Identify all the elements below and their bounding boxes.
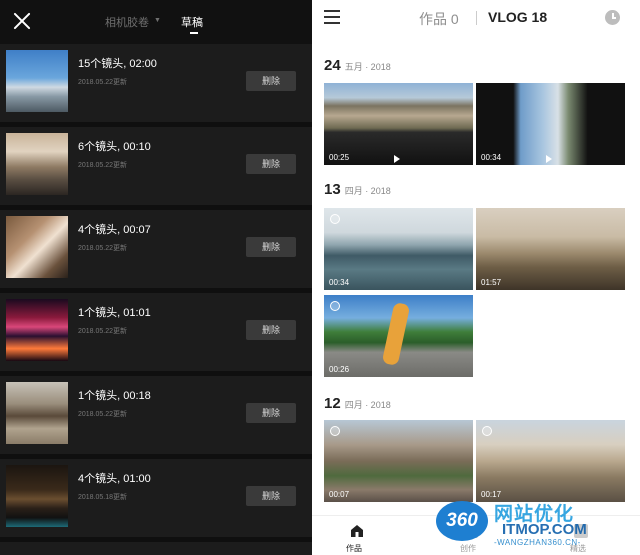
- date-day: 12: [324, 395, 341, 412]
- delete-button[interactable]: 删除: [246, 320, 296, 340]
- draft-thumbnail[interactable]: [6, 133, 68, 195]
- vlog-header: 作品 0 VLOG 18: [312, 0, 640, 38]
- draft-thumbnail[interactable]: [6, 465, 68, 527]
- draft-thumbnail[interactable]: [6, 299, 68, 361]
- clip-duration: 00:25: [329, 153, 350, 162]
- menu-icon[interactable]: [324, 10, 340, 24]
- draft-title: 4个镜头, 01:00: [78, 473, 151, 485]
- drafts-header: 相机胶卷 ▼ 草稿: [0, 0, 312, 44]
- video-clip[interactable]: 00:34: [324, 208, 473, 290]
- clip-duration: 00:34: [329, 278, 350, 287]
- tab-drafts[interactable]: 草稿: [181, 14, 203, 30]
- tab-camera-roll[interactable]: 相机胶卷: [105, 14, 149, 30]
- draft-date: 2018.05.22更新: [78, 245, 128, 252]
- vlog-panel: 作品 0 VLOG 18 24 五月 · 2018 00:25 00:34 13 四…: [312, 0, 640, 555]
- delete-button[interactable]: 删除: [246, 486, 296, 506]
- clip-duration: 00:26: [329, 365, 350, 374]
- draft-row[interactable]: 1个镜头, 00:18 2018.05.22更新 删除: [0, 376, 312, 454]
- draft-date: 2018.05.22更新: [78, 328, 128, 335]
- draft-row[interactable]: 6个镜头, 00:10 2018.05.22更新 删除: [0, 127, 312, 205]
- draft-date: 2018.05.22更新: [78, 79, 128, 86]
- delete-button[interactable]: 删除: [246, 154, 296, 174]
- clock-icon[interactable]: [605, 10, 620, 25]
- watermark: 360 网站优化 ITMOP.COM -WANGZHAN360.CN-: [436, 497, 640, 555]
- select-indicator-icon[interactable]: [330, 214, 340, 224]
- watermark-site-text: ITMOP.COM: [502, 521, 587, 538]
- date-day: 13: [324, 181, 341, 198]
- play-icon[interactable]: [394, 155, 400, 163]
- video-clip[interactable]: 00:07: [324, 420, 473, 502]
- video-clip[interactable]: 00:25: [324, 83, 473, 165]
- watermark-badge: 360: [436, 501, 488, 541]
- draft-title: 15个镜头, 02:00: [78, 58, 157, 70]
- close-icon[interactable]: [13, 12, 31, 30]
- date-day: 24: [324, 57, 341, 74]
- select-indicator-icon[interactable]: [330, 426, 340, 436]
- play-icon[interactable]: [546, 155, 552, 163]
- nav-works-label[interactable]: 作品: [346, 543, 362, 554]
- clip-duration: 01:57: [481, 278, 502, 287]
- app-root: 相机胶卷 ▼ 草稿 15个镜头, 02:00 2018.05.22更新 删除 6…: [0, 0, 640, 555]
- clip-duration: 00:34: [481, 153, 502, 162]
- delete-button[interactable]: 删除: [246, 71, 296, 91]
- select-indicator-icon[interactable]: [330, 301, 340, 311]
- tab-vlog[interactable]: VLOG 18: [488, 9, 547, 25]
- draft-row[interactable]: 4个镜头, 01:00 2018.05.18更新 删除: [0, 459, 312, 537]
- chevron-down-icon[interactable]: ▼: [154, 17, 161, 24]
- video-clip[interactable]: 00:34: [476, 83, 625, 165]
- tab-works[interactable]: 作品 0: [419, 9, 459, 29]
- tab-active-indicator: [190, 32, 198, 34]
- clip-duration: 00:07: [329, 490, 350, 499]
- draft-thumbnail[interactable]: [6, 216, 68, 278]
- draft-date: 2018.05.18更新: [78, 494, 128, 501]
- date-month-year: 四月 · 2018: [344, 400, 391, 410]
- draft-title: 1个镜头, 00:18: [78, 390, 151, 402]
- draft-title: 4个镜头, 00:07: [78, 224, 151, 236]
- delete-button[interactable]: 删除: [246, 403, 296, 423]
- draft-row[interactable]: 4个镜头, 00:07 2018.05.22更新 删除: [0, 210, 312, 288]
- draft-title: 6个镜头, 00:10: [78, 141, 151, 153]
- draft-thumbnail[interactable]: [6, 382, 68, 444]
- date-heading: 12 四月 · 2018: [324, 395, 391, 412]
- draft-row[interactable]: 1个镜头, 01:01 2018.05.22更新 删除: [0, 293, 312, 371]
- date-month-year: 五月 · 2018: [344, 62, 391, 72]
- date-heading: 24 五月 · 2018: [324, 57, 391, 74]
- delete-button[interactable]: 删除: [246, 237, 296, 257]
- date-heading: 13 四月 · 2018: [324, 181, 391, 198]
- header-divider: [476, 11, 477, 25]
- draft-date: 2018.05.22更新: [78, 162, 128, 169]
- date-month-year: 四月 · 2018: [344, 186, 391, 196]
- video-clip[interactable]: 00:17: [476, 420, 625, 502]
- select-indicator-icon[interactable]: [482, 426, 492, 436]
- draft-title: 1个镜头, 01:01: [78, 307, 151, 319]
- drafts-panel: 相机胶卷 ▼ 草稿 15个镜头, 02:00 2018.05.22更新 删除 6…: [0, 0, 312, 555]
- draft-thumbnail[interactable]: [6, 50, 68, 112]
- draft-row[interactable]: [0, 542, 312, 555]
- draft-date: 2018.05.22更新: [78, 411, 128, 418]
- draft-row[interactable]: 15个镜头, 02:00 2018.05.22更新 删除: [0, 44, 312, 122]
- watermark-url-text: -WANGZHAN360.CN-: [494, 538, 581, 547]
- home-icon[interactable]: [350, 524, 364, 538]
- video-clip[interactable]: 00:26: [324, 295, 473, 377]
- video-clip[interactable]: 01:57: [476, 208, 625, 290]
